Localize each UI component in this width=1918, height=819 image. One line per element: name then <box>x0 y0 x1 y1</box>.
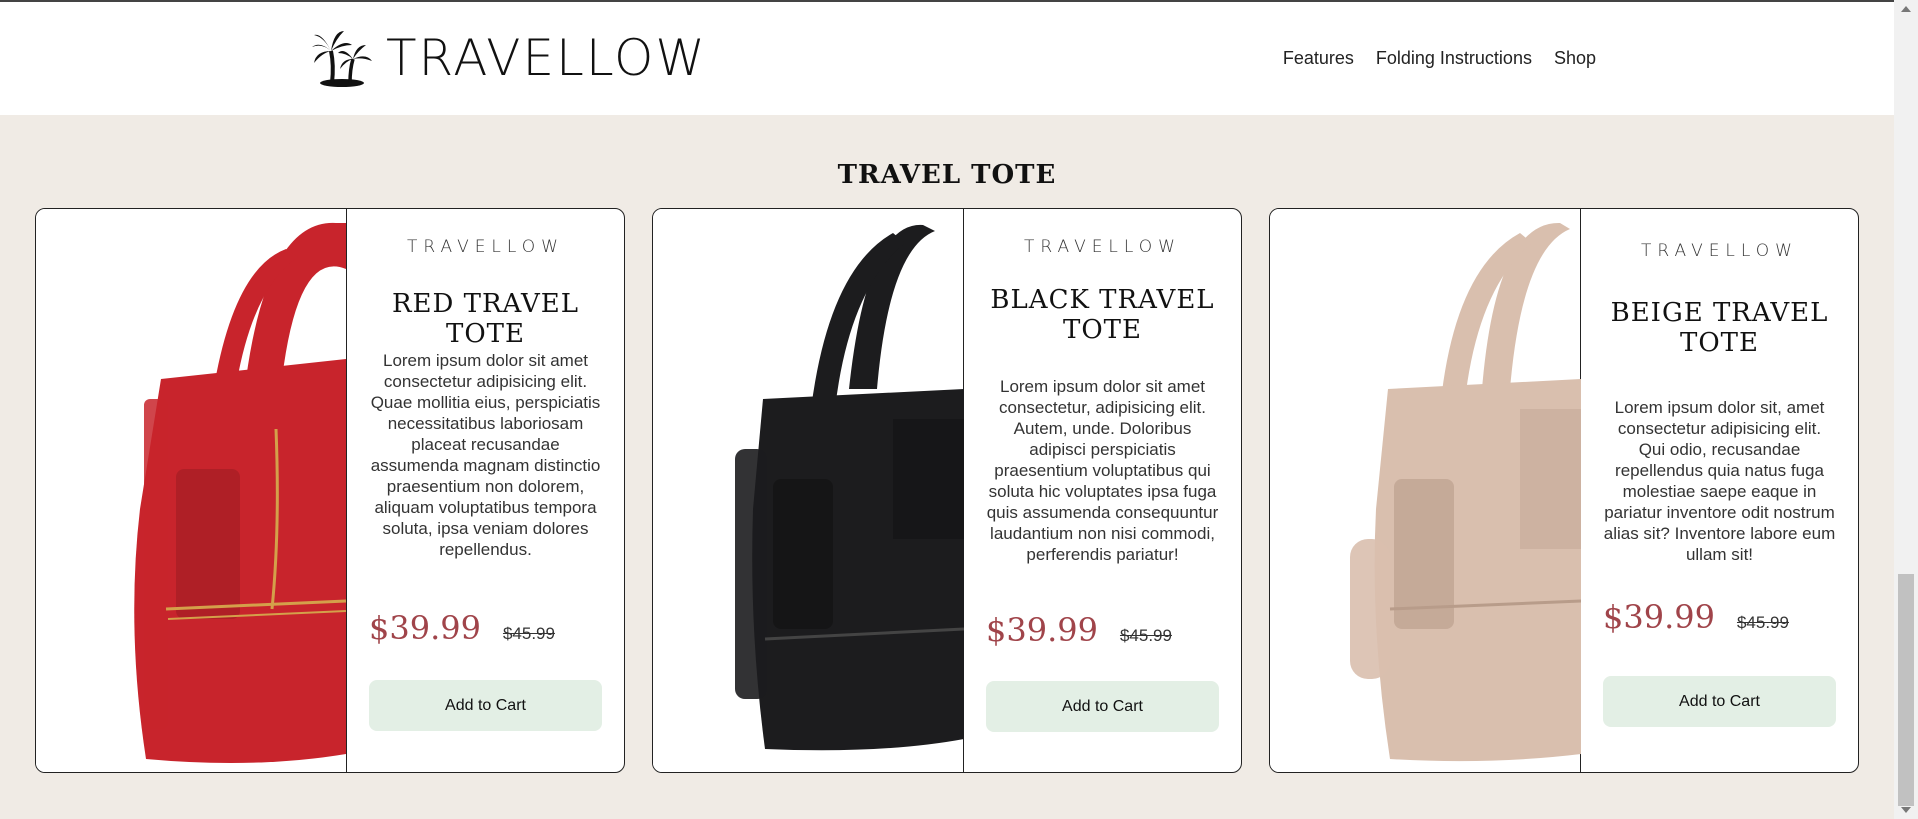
scroll-up-icon[interactable] <box>1901 6 1911 12</box>
scroll-thumb[interactable] <box>1898 574 1914 806</box>
site-header: TRAVELLOW Features Folding Instructions … <box>0 2 1894 115</box>
old-price: $45.99 <box>502 624 555 643</box>
logo-wordmark: TRAVELLOW <box>386 29 707 87</box>
product-card-black: TRAVELLOW BLACK TRAVEL TOTE Lorem ipsum … <box>652 208 1242 773</box>
nav-link-folding-instructions[interactable]: Folding Instructions <box>1376 48 1532 69</box>
scroll-down-icon[interactable] <box>1901 807 1911 813</box>
current-price: $39.99 <box>369 609 481 647</box>
old-price: $45.99 <box>1119 626 1172 645</box>
product-title: BEIGE TRAVEL TOTE <box>1610 298 1829 358</box>
product-description: Lorem ipsum dolor sit, amet consectetur … <box>1603 398 1836 564</box>
current-price: $39.99 <box>1603 598 1715 636</box>
product-description: Lorem ipsum dolor sit amet consectetur, … <box>986 377 1219 564</box>
card-brand: TRAVELLOW <box>1024 237 1181 257</box>
nav-link-shop[interactable]: Shop <box>1554 48 1596 69</box>
add-to-cart-button[interactable]: Add to Cart <box>369 680 602 731</box>
add-to-cart-button[interactable]: Add to Cart <box>986 681 1219 732</box>
old-price: $45.99 <box>1736 613 1789 632</box>
card-brand: TRAVELLOW <box>407 237 564 257</box>
product-title: BLACK TRAVEL TOTE <box>990 285 1215 345</box>
price-row: $39.99 $45.99 <box>1581 598 1789 636</box>
tote-bag-image <box>134 222 347 763</box>
product-info: TRAVELLOW BLACK TRAVEL TOTE Lorem ipsum … <box>964 209 1241 772</box>
price-row: $39.99 $45.99 <box>964 611 1172 649</box>
product-info: TRAVELLOW BEIGE TRAVEL TOTE Lorem ipsum … <box>1581 209 1858 772</box>
tote-bag-image <box>735 224 965 751</box>
product-image-red[interactable] <box>36 209 347 772</box>
current-price: $39.99 <box>986 611 1098 649</box>
card-brand: TRAVELLOW <box>1641 241 1798 261</box>
product-title: RED TRAVEL TOTE <box>391 289 580 349</box>
product-image-beige[interactable] <box>1270 209 1582 772</box>
product-info: TRAVELLOW RED TRAVEL TOTE Lorem ipsum do… <box>347 209 624 772</box>
brand-logo[interactable]: TRAVELLOW <box>312 28 707 88</box>
price-row: $39.99 $45.99 <box>347 609 555 647</box>
palm-tree-icon <box>312 31 372 87</box>
tote-bag-image <box>1350 222 1582 762</box>
product-card-red: TRAVELLOW RED TRAVEL TOTE Lorem ipsum do… <box>35 208 625 773</box>
section-title: TRAVEL TOTE <box>837 160 1057 190</box>
product-image-black[interactable] <box>653 209 965 772</box>
product-card-beige: TRAVELLOW BEIGE TRAVEL TOTE Lorem ipsum … <box>1269 208 1859 773</box>
add-to-cart-button[interactable]: Add to Cart <box>1603 676 1836 727</box>
vertical-scrollbar[interactable] <box>1894 0 1918 819</box>
product-description: Lorem ipsum dolor sit amet consectetur a… <box>370 351 601 559</box>
nav-link-features[interactable]: Features <box>1283 48 1354 69</box>
main-nav: Features Folding Instructions Shop <box>1261 48 1596 69</box>
